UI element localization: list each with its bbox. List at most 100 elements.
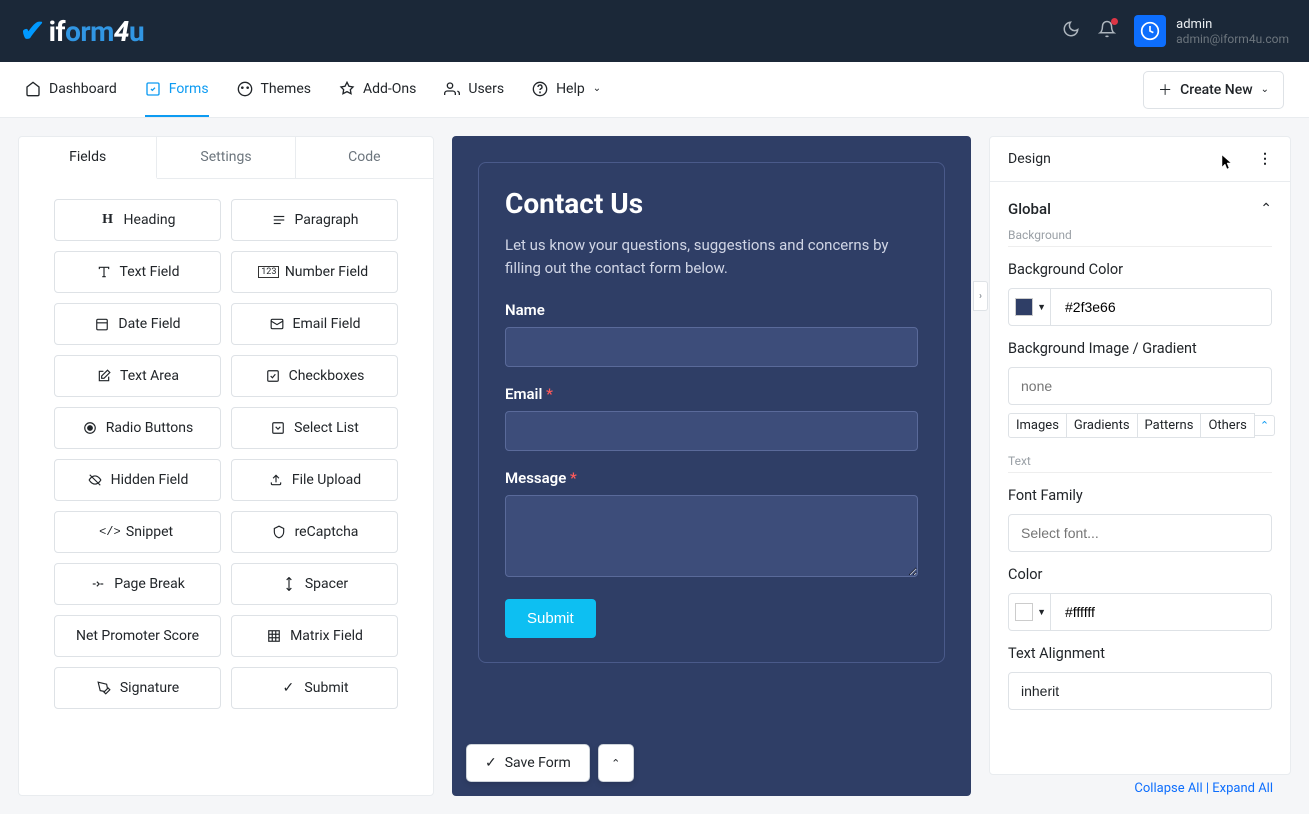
nav-label: Add-Ons	[363, 81, 416, 97]
nav-label: Help	[556, 81, 585, 97]
page-break-icon	[90, 576, 106, 592]
field-submit[interactable]: ✓Submit	[231, 667, 398, 709]
field-label: Email Field	[293, 316, 361, 332]
bg-color-label: Background Color	[1008, 261, 1272, 278]
form-preview: Contact Us Let us know your questions, s…	[452, 136, 971, 796]
font-family-label: Font Family	[1008, 487, 1272, 504]
text-field-icon	[96, 264, 112, 280]
field-radio-buttons[interactable]: Radio Buttons	[54, 407, 221, 449]
chevron-up-icon: ⌃	[611, 757, 620, 770]
tab-fields[interactable]: Fields	[19, 137, 157, 179]
chevron-down-icon: ⌄	[593, 83, 601, 94]
field-page-break[interactable]: Page Break	[54, 563, 221, 605]
bg-color-input[interactable]	[1051, 289, 1271, 325]
notifications-icon[interactable]	[1098, 20, 1116, 42]
font-family-select[interactable]	[1008, 514, 1272, 552]
email-label: Email *	[505, 385, 918, 403]
message-textarea[interactable]	[505, 495, 918, 577]
field-label: Paragraph	[295, 212, 359, 228]
field-recaptcha[interactable]: reCaptcha	[231, 511, 398, 553]
nav-help[interactable]: Help ⌄	[532, 62, 601, 117]
field-label: Spacer	[305, 576, 348, 592]
field-label: Matrix Field	[290, 628, 363, 644]
field-number-field[interactable]: 123Number Field	[231, 251, 398, 293]
field-heading[interactable]: HHeading	[54, 199, 221, 241]
field-text-area[interactable]: Text Area	[54, 355, 221, 397]
field-select-list[interactable]: Select List	[231, 407, 398, 449]
background-sublabel: Background	[1008, 228, 1272, 247]
expand-button[interactable]: ⌃	[598, 744, 634, 782]
tab-settings[interactable]: Settings	[157, 137, 295, 179]
forms-icon	[145, 81, 161, 97]
logo-text: iform4u	[49, 15, 145, 48]
field-file-upload[interactable]: File Upload	[231, 459, 398, 501]
form-title: Contact Us	[505, 187, 918, 220]
text-align-input[interactable]	[1008, 672, 1272, 710]
save-form-button[interactable]: ✓ Save Form	[466, 744, 590, 782]
bg-image-input[interactable]	[1008, 367, 1272, 405]
field-text-field[interactable]: Text Field	[54, 251, 221, 293]
tab-code[interactable]: Code	[296, 137, 433, 179]
img-tab-toggle[interactable]: ⌃	[1254, 415, 1275, 436]
text-color-swatch[interactable]: ▼	[1009, 594, 1051, 630]
text-color-input[interactable]	[1051, 594, 1271, 630]
bg-image-label: Background Image / Gradient	[1008, 340, 1272, 357]
img-tab-gradients[interactable]: Gradients	[1066, 413, 1138, 438]
field-paragraph[interactable]: Paragraph	[231, 199, 398, 241]
signature-icon	[96, 680, 112, 696]
name-input[interactable]	[505, 327, 918, 367]
nav-forms[interactable]: Forms	[145, 62, 209, 117]
create-new-button[interactable]: ＋ Create New ⌄	[1143, 71, 1284, 109]
save-form-label: Save Form	[505, 755, 571, 771]
field-signature[interactable]: Signature	[54, 667, 221, 709]
palette-icon	[237, 81, 253, 97]
nav-label: Users	[468, 81, 504, 97]
field-spacer[interactable]: Spacer	[231, 563, 398, 605]
topbar: ✔ iform4u admin admin@iform4u.com	[0, 0, 1309, 62]
collapse-all[interactable]: Collapse All	[1134, 781, 1202, 796]
field-label: Date Field	[118, 316, 180, 332]
more-icon[interactable]: ⋮	[1258, 151, 1272, 167]
form-description: Let us know your questions, suggestions …	[505, 234, 918, 279]
field-label: reCaptcha	[295, 524, 359, 540]
user-menu[interactable]: admin admin@iform4u.com	[1134, 15, 1289, 47]
img-tab-patterns[interactable]: Patterns	[1137, 413, 1202, 438]
chevron-down-icon: ⌄	[1261, 84, 1269, 95]
nav-users[interactable]: Users	[444, 62, 504, 117]
nav-label: Forms	[169, 81, 209, 97]
checkboxes-icon	[265, 368, 281, 384]
select-list-icon	[270, 420, 286, 436]
img-tab-others[interactable]: Others	[1200, 413, 1254, 438]
panel-collapse-handle[interactable]: ›	[973, 281, 988, 311]
message-label: Message *	[505, 469, 918, 487]
form-card: Contact Us Let us know your questions, s…	[478, 162, 945, 663]
left-panel: Fields Settings Code HHeading Paragraph Te…	[18, 136, 434, 796]
nav-dashboard[interactable]: Dashboard	[25, 62, 117, 117]
img-tab-images[interactable]: Images	[1008, 413, 1067, 438]
submit-button[interactable]: Submit	[505, 599, 596, 638]
field-matrix-field[interactable]: Matrix Field	[231, 615, 398, 657]
field-checkboxes[interactable]: Checkboxes	[231, 355, 398, 397]
field-label: Snippet	[126, 524, 173, 540]
field-snippet[interactable]: </>Snippet	[54, 511, 221, 553]
nav-themes[interactable]: Themes	[237, 62, 311, 117]
logo[interactable]: ✔ iform4u	[20, 14, 144, 49]
recaptcha-icon	[271, 524, 287, 540]
nav-label: Themes	[261, 81, 311, 97]
bg-color-swatch[interactable]: ▼	[1009, 289, 1051, 325]
field-label: Hidden Field	[111, 472, 189, 488]
field-date-field[interactable]: Date Field	[54, 303, 221, 345]
email-field-icon	[269, 316, 285, 332]
field-hidden-field[interactable]: Hidden Field	[54, 459, 221, 501]
dark-mode-icon[interactable]	[1062, 20, 1080, 42]
nav-addons[interactable]: Add-Ons	[339, 62, 416, 117]
global-section[interactable]: Global ⌃	[1008, 200, 1272, 218]
expand-all[interactable]: Expand All	[1212, 781, 1273, 796]
matrix-field-icon	[266, 628, 282, 644]
field-label: Text Field	[120, 264, 180, 280]
name-label: Name	[505, 301, 918, 319]
field-email-field[interactable]: Email Field	[231, 303, 398, 345]
field-label: Text Area	[120, 368, 179, 384]
email-input[interactable]	[505, 411, 918, 451]
field-net-promoter-score[interactable]: Net Promoter Score	[54, 615, 221, 657]
